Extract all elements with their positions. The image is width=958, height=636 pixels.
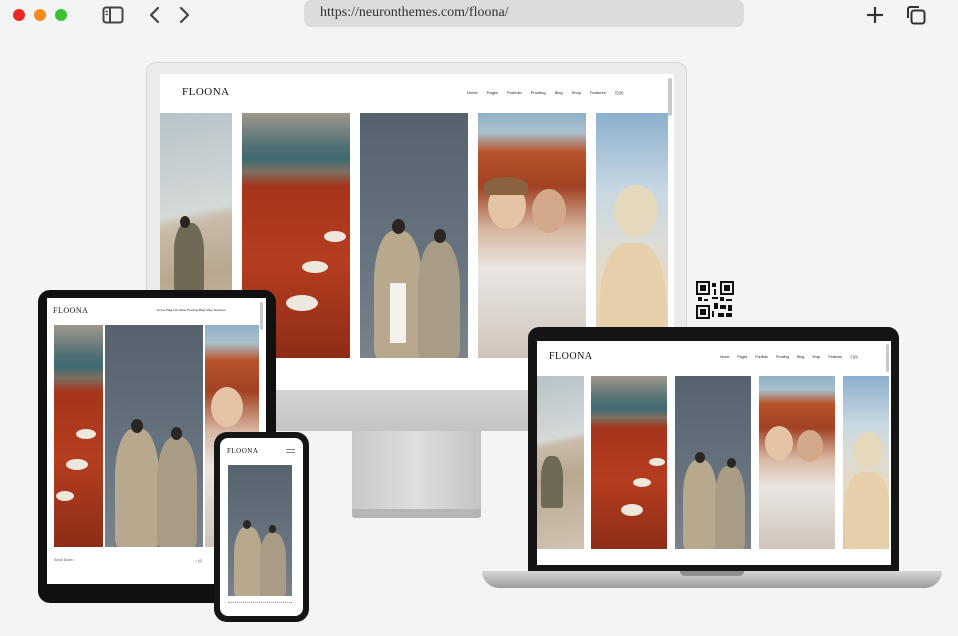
phone-screen: FLOONA bbox=[220, 438, 303, 616]
gallery-photo[interactable] bbox=[759, 376, 835, 549]
head bbox=[727, 458, 736, 468]
gallery-photo[interactable] bbox=[54, 325, 103, 547]
new-tab-icon[interactable] bbox=[864, 4, 886, 26]
nav-shop[interactable]: Shop bbox=[812, 355, 820, 359]
footer-cart[interactable]: ⌂ (0) bbox=[195, 559, 202, 563]
nav-proofing[interactable]: Proofing bbox=[776, 355, 789, 359]
head bbox=[695, 452, 705, 463]
nav-pages[interactable]: Pages bbox=[737, 355, 747, 359]
url-text: https://neuronthemes.com/floona/ bbox=[320, 5, 509, 20]
site-logo[interactable]: FLOONA bbox=[227, 447, 258, 455]
cart-icon[interactable]: ◫(0) bbox=[850, 355, 858, 359]
head bbox=[131, 419, 143, 433]
forward-icon[interactable] bbox=[177, 4, 193, 26]
site-nav: Home Pages Portfolio Proofing Blog Shop … bbox=[720, 355, 858, 359]
rock bbox=[621, 504, 643, 516]
nav-home[interactable]: Home bbox=[720, 355, 729, 359]
figure bbox=[541, 456, 563, 508]
tabs-icon[interactable] bbox=[904, 4, 928, 26]
nav-features[interactable]: Features bbox=[828, 355, 842, 359]
face bbox=[797, 430, 823, 462]
head bbox=[243, 520, 251, 529]
nav-pages[interactable]: Pages bbox=[487, 90, 498, 95]
hair bbox=[853, 432, 883, 468]
head bbox=[269, 525, 276, 533]
figure bbox=[157, 437, 197, 547]
imac-chin bbox=[276, 390, 536, 431]
gallery-photo[interactable] bbox=[105, 325, 203, 547]
rock bbox=[286, 295, 318, 311]
figure bbox=[715, 466, 745, 549]
laptop-notch bbox=[680, 571, 744, 576]
figure bbox=[174, 223, 204, 293]
figure bbox=[418, 241, 460, 358]
minimize-window-button[interactable] bbox=[34, 9, 46, 21]
scrollbar[interactable] bbox=[886, 344, 889, 372]
face bbox=[532, 189, 566, 233]
imac-stand bbox=[352, 431, 481, 517]
rock bbox=[633, 478, 651, 487]
gallery-photo[interactable] bbox=[478, 113, 586, 358]
address-bar[interactable]: https://neuronthemes.com/floona/ bbox=[304, 0, 744, 27]
laptop-screen: FLOONA Home Pages Portfolio Proofing Blo… bbox=[537, 341, 891, 565]
head bbox=[392, 219, 405, 234]
trousers bbox=[390, 283, 406, 343]
site-nav: Home Pages Portfolio Proofing Blog Shop … bbox=[467, 90, 623, 95]
rock bbox=[649, 458, 665, 466]
gallery-photo[interactable] bbox=[843, 376, 889, 549]
back-icon[interactable] bbox=[146, 4, 162, 26]
nav-proofing[interactable]: Proofing bbox=[531, 90, 546, 95]
site-logo[interactable]: FLOONA bbox=[182, 86, 230, 98]
figure bbox=[115, 429, 159, 547]
sidebar-icon[interactable] bbox=[101, 4, 125, 26]
face bbox=[211, 387, 243, 427]
gallery-photo[interactable] bbox=[591, 376, 667, 549]
gallery-photo[interactable] bbox=[228, 465, 292, 596]
cart-count: (0) bbox=[618, 90, 624, 95]
figure bbox=[683, 460, 717, 549]
scrollbar[interactable] bbox=[668, 78, 672, 116]
head bbox=[434, 229, 446, 243]
menu-icon[interactable] bbox=[286, 449, 295, 453]
head bbox=[180, 216, 190, 228]
cart-icon[interactable]: ◫(0) bbox=[615, 90, 624, 95]
cart-count: (0) bbox=[853, 355, 858, 359]
gallery-photo[interactable] bbox=[537, 376, 584, 549]
rock bbox=[56, 491, 74, 501]
hair bbox=[484, 177, 528, 195]
figure bbox=[260, 533, 286, 596]
nav-shop[interactable]: Shop bbox=[572, 90, 581, 95]
qr-code-icon bbox=[696, 281, 734, 319]
nav-features[interactable]: Features bbox=[590, 90, 606, 95]
nav-portfolio[interactable]: Portfolio bbox=[755, 355, 768, 359]
imac-stand-foot bbox=[352, 509, 481, 518]
pagination[interactable] bbox=[228, 602, 292, 604]
close-window-button[interactable] bbox=[13, 9, 25, 21]
rock bbox=[66, 459, 88, 470]
rock bbox=[76, 429, 96, 439]
site-nav[interactable]: Home Pages Portfolio Proofing Blog Shop … bbox=[157, 308, 226, 312]
scroll-down-link[interactable]: Scroll Down ↑ bbox=[54, 558, 75, 562]
gallery-photo[interactable] bbox=[675, 376, 751, 549]
face bbox=[765, 426, 793, 460]
nav-blog[interactable]: Blog bbox=[555, 90, 563, 95]
nav-blog[interactable]: Blog bbox=[797, 355, 804, 359]
nav-portfolio[interactable]: Portfolio bbox=[507, 90, 522, 95]
browser-toolbar: https://neuronthemes.com/floona/ bbox=[0, 0, 958, 34]
figure bbox=[845, 472, 889, 549]
scrollbar[interactable] bbox=[260, 302, 263, 330]
maximize-window-button[interactable] bbox=[55, 9, 67, 21]
rock bbox=[302, 261, 328, 273]
gallery-photo[interactable] bbox=[360, 113, 468, 358]
figure bbox=[234, 527, 262, 596]
nav-home[interactable]: Home bbox=[467, 90, 478, 95]
rock bbox=[324, 231, 346, 242]
site-logo[interactable]: FLOONA bbox=[53, 306, 88, 315]
head bbox=[171, 427, 182, 440]
hair bbox=[614, 185, 658, 237]
site-logo[interactable]: FLOONA bbox=[549, 351, 593, 362]
